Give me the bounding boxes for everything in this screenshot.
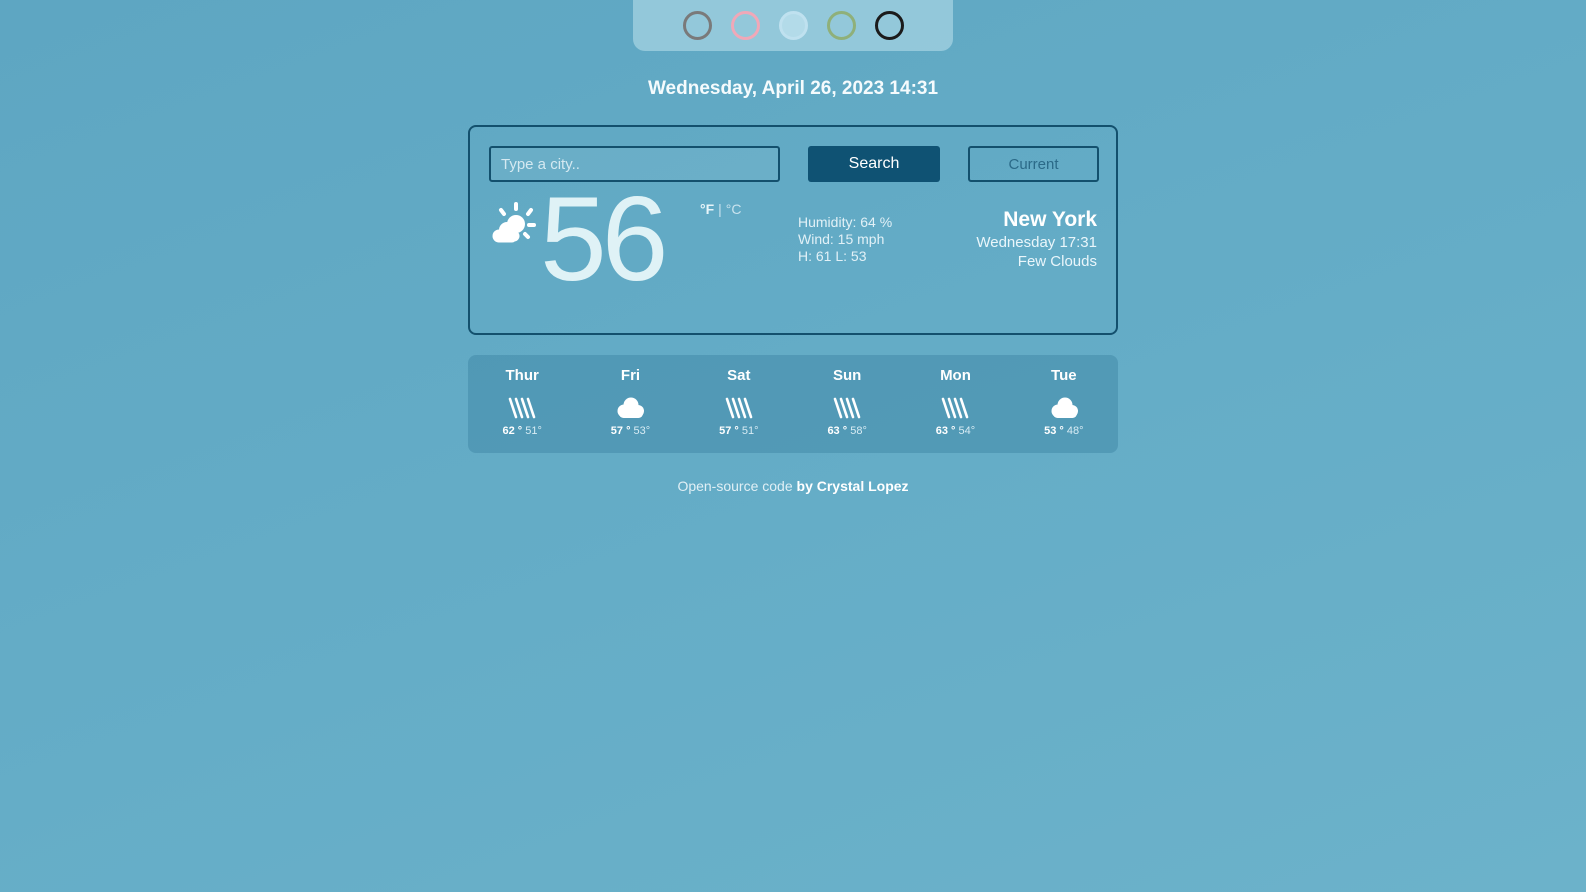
high-low-text: H: 61 L: 53 <box>798 248 867 264</box>
cloud-icon <box>1048 395 1080 421</box>
weather-details: Humidity: 64 % Wind: 15 mph H: 61 L: 53 <box>798 214 892 265</box>
forecast-day: Sun 63 ° 58° <box>793 355 901 453</box>
forecast-day: Fri 57 ° 53° <box>576 355 684 453</box>
location-info: New York Wednesday 17:31 Few Clouds <box>976 207 1097 271</box>
local-time: Wednesday 17:31 <box>976 234 1097 251</box>
forecast-low: 58° <box>850 425 867 437</box>
forecast-day: Tue 53 ° 48° <box>1010 355 1118 453</box>
forecast-temps: 62 ° 51° <box>502 425 541 437</box>
rain-icon <box>723 395 755 421</box>
sun-cloud-icon <box>490 201 536 245</box>
current-location-button[interactable]: Current <box>968 146 1099 182</box>
city-name: New York <box>1003 208 1097 231</box>
rain-icon <box>939 395 971 421</box>
forecast-low: 51° <box>525 425 542 437</box>
weather-card: Search Current 56 °F|°C Humidity: 64 % <box>468 125 1118 335</box>
forecast-temps: 57 ° 51° <box>719 425 758 437</box>
theme-swatch-green[interactable] <box>826 11 856 40</box>
fahrenheit-link[interactable]: °F <box>700 201 714 217</box>
rain-icon <box>831 395 863 421</box>
theme-swatch-light-blue[interactable] <box>778 11 808 40</box>
wind-text: Wind: 15 mph <box>798 231 885 247</box>
author-link[interactable]: by Crystal Lopez <box>797 478 909 494</box>
celsius-link[interactable]: °C <box>726 201 742 217</box>
forecast-low: 48° <box>1066 425 1084 437</box>
forecast-day-name: Tue <box>1051 367 1077 384</box>
weather-description: Few Clouds <box>1017 253 1097 270</box>
theme-swatch-pink[interactable] <box>730 11 760 40</box>
forecast-high: 57 ° <box>610 425 631 437</box>
forecast-low: 51° <box>741 425 759 437</box>
footer-text: Open-source code <box>677 478 793 494</box>
forecast-day: Mon 63 ° 54° <box>901 355 1009 453</box>
forecast-temps: 63 ° 54° <box>936 425 975 437</box>
forecast-low: 54° <box>958 425 976 437</box>
theme-switcher <box>633 0 953 51</box>
humidity-text: Humidity: 64 % <box>798 214 893 230</box>
search-button[interactable]: Search <box>808 146 940 182</box>
forecast-temps: 57 ° 53° <box>611 425 650 437</box>
forecast-high: 63 ° <box>935 425 956 437</box>
forecast-day: Sat 57 ° 51° <box>685 355 793 453</box>
current-temperature: 56 <box>540 172 669 306</box>
forecast-strip: Thur 62 ° 51° Fri 57 ° 53° Sat 57 ° 51° … <box>468 355 1118 453</box>
forecast-day-name: Mon <box>940 367 971 384</box>
forecast-day-name: Sun <box>832 367 862 384</box>
rain-icon <box>506 395 538 421</box>
forecast-high: 62 ° <box>502 425 523 437</box>
unit-separator: | <box>718 201 722 217</box>
forecast-day-name: Fri <box>620 367 641 384</box>
cloud-icon <box>614 395 646 421</box>
forecast-day-name: Sat <box>727 367 751 384</box>
theme-swatch-black[interactable] <box>874 11 904 40</box>
forecast-temps: 53 ° 48° <box>1044 425 1083 437</box>
forecast-temps: 63 ° 58° <box>827 425 866 437</box>
forecast-high: 63 ° <box>827 425 848 437</box>
forecast-day-name: Thur <box>505 367 539 384</box>
unit-toggle: °F | °C <box>700 201 742 217</box>
footer: Open-source code by Crystal Lopez <box>0 478 1586 494</box>
forecast-high: 57 ° <box>719 425 739 437</box>
current-datetime: Wednesday, April 26, 2023 14:31 <box>647 78 939 99</box>
theme-swatch-gray[interactable] <box>682 11 712 40</box>
forecast-low: 53° <box>633 425 651 437</box>
forecast-day: Thur 62 ° 51° <box>468 355 576 453</box>
forecast-high: 53 ° <box>1044 425 1064 437</box>
